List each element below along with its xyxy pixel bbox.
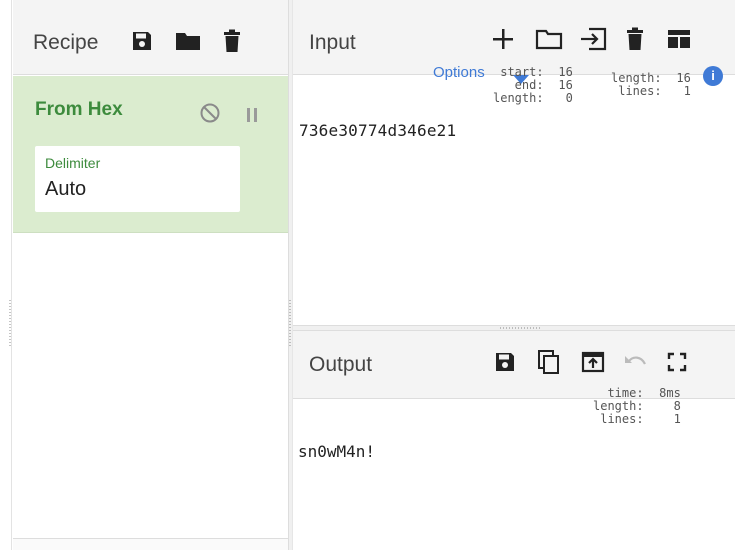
recipe-title: Recipe — [33, 31, 99, 54]
input-lines-value: 1 — [683, 84, 691, 98]
delimiter-field[interactable]: Delimiter Auto — [35, 146, 240, 212]
output-toolbar — [488, 345, 694, 379]
folder-icon[interactable] — [171, 24, 205, 58]
info-icon[interactable]: i — [703, 66, 723, 86]
input-header: Input — [293, 0, 735, 75]
trash-icon[interactable] — [215, 24, 249, 58]
delimiter-label: Delimiter — [45, 155, 101, 171]
save-icon[interactable] — [488, 345, 522, 379]
undo-icon[interactable] — [618, 345, 652, 379]
folder-open-icon[interactable] — [532, 22, 566, 56]
recipe-pane: Recipe From Hex Delimiter Auto — [13, 0, 288, 550]
operation-title: From Hex — [35, 99, 123, 120]
output-pane: Output time: 8ms length: 8 lines: 1 sn0w… — [293, 331, 735, 550]
output-textarea[interactable]: sn0wM4n! — [298, 442, 375, 461]
disable-icon[interactable] — [193, 96, 227, 130]
pause-icon[interactable] — [235, 98, 269, 132]
output-lines-label: lines: — [600, 412, 644, 426]
plus-icon[interactable] — [486, 22, 520, 56]
input-lines-label: lines: — [618, 84, 662, 98]
stat-length-label: length: — [493, 91, 544, 105]
save-icon[interactable] — [125, 24, 159, 58]
input-stats: length: 16 lines: 1 — [611, 72, 691, 98]
open-in-icon[interactable] — [576, 22, 610, 56]
recipe-footer — [13, 538, 288, 550]
input-selection-stats: start: 16 end: 16 length: 0 — [493, 66, 573, 105]
horizontal-splitter-grip[interactable] — [500, 327, 542, 329]
input-title: Input — [309, 31, 356, 54]
options-link[interactable]: Options — [433, 64, 485, 81]
recipe-header: Recipe — [13, 0, 288, 75]
left-resize-handle[interactable] — [9, 300, 11, 346]
output-title: Output — [309, 353, 373, 376]
fullscreen-icon[interactable] — [660, 345, 694, 379]
delimiter-value[interactable]: Auto — [45, 178, 86, 201]
left-edge — [0, 0, 12, 550]
stat-length-value: 0 — [565, 91, 573, 105]
replace-input-icon[interactable] — [576, 345, 610, 379]
output-stats: time: 8ms length: 8 lines: 1 — [593, 387, 681, 426]
copy-icon[interactable] — [532, 345, 566, 379]
trash-icon[interactable] — [618, 22, 652, 56]
output-lines-value: 1 — [673, 412, 681, 426]
vertical-splitter-grip[interactable] — [289, 300, 291, 346]
operation-from-hex[interactable]: From Hex Delimiter Auto — [13, 76, 288, 233]
input-textarea[interactable]: 736e30774d346e21 — [299, 121, 456, 140]
input-pane: Input Options start: 16 end: 16 length: … — [293, 0, 735, 325]
recipe-toolbar — [125, 24, 249, 58]
input-toolbar — [486, 22, 696, 56]
layout-icon[interactable] — [662, 22, 696, 56]
